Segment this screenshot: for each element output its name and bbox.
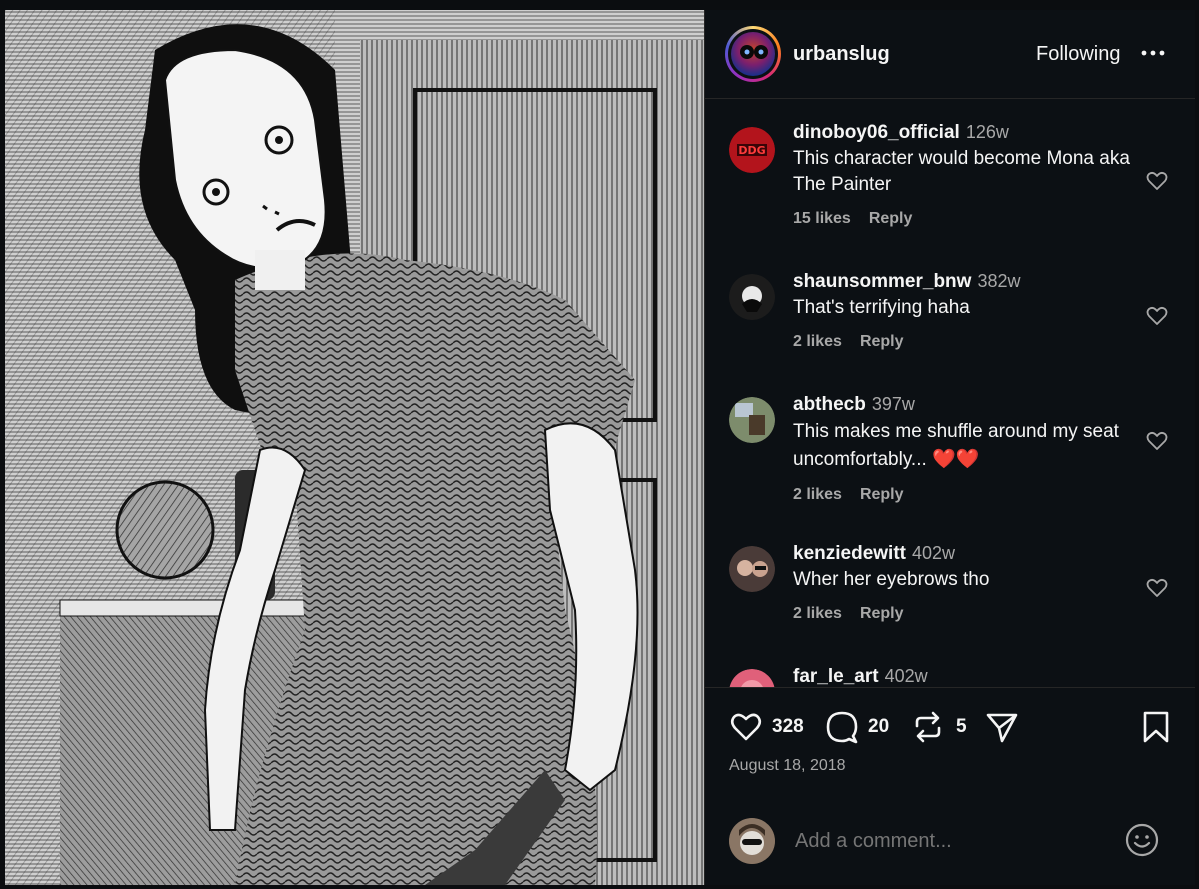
comment-timestamp[interactable]: 382w: [977, 271, 1020, 291]
commenter-username[interactable]: far_le_art: [793, 666, 879, 687]
comment-likes[interactable]: 2 likes: [793, 486, 842, 503]
author-avatar[interactable]: [725, 26, 781, 82]
post-sidebar: urbanslug Following DDG dinoboy06_offici…: [704, 10, 1195, 885]
comment-text: That's terrifying haha: [793, 297, 970, 318]
like-count[interactable]: 328: [772, 716, 804, 738]
post-header: urbanslug Following: [705, 10, 1195, 99]
comment-timestamp[interactable]: 402w: [885, 666, 928, 686]
comment-timestamp[interactable]: 397w: [872, 394, 915, 414]
ink-drawing: [5, 10, 704, 885]
commenter-avatar[interactable]: [729, 669, 775, 687]
comment-count[interactable]: 20: [868, 716, 889, 738]
following-button[interactable]: Following: [1036, 43, 1120, 66]
post-date[interactable]: August 18, 2018: [729, 757, 846, 775]
post-actions: 328 20 5 August 18, 2018: [705, 687, 1195, 806]
reply-button[interactable]: Reply: [860, 605, 904, 622]
comment-text: Wher her eyebrows tho: [793, 569, 990, 590]
comment-timestamp[interactable]: 402w: [912, 543, 955, 563]
comment-text: This character would become Mona aka The…: [793, 148, 1130, 195]
comment-composer: [705, 805, 1195, 885]
commenter-username[interactable]: dinoboy06_official: [793, 122, 960, 143]
current-user-avatar: [729, 818, 775, 864]
share-icon[interactable]: [985, 710, 1019, 744]
commenter-username[interactable]: shaunsommer_bnw: [793, 271, 971, 292]
commenter-avatar[interactable]: DDG: [729, 127, 775, 173]
reply-button[interactable]: Reply: [860, 333, 904, 350]
post-modal: urbanslug Following DDG dinoboy06_offici…: [5, 10, 1195, 885]
comment-likes[interactable]: 15 likes: [793, 210, 851, 227]
comment-icon[interactable]: [825, 710, 859, 744]
comment-timestamp[interactable]: 126w: [966, 122, 1009, 142]
repost-icon[interactable]: [911, 710, 945, 744]
comment-text: This makes me shuffle around my seat unc…: [793, 421, 1119, 470]
emoji-icon[interactable]: [1124, 822, 1160, 858]
reply-button[interactable]: Reply: [860, 486, 904, 503]
post-image[interactable]: [5, 10, 704, 885]
repost-count[interactable]: 5: [956, 716, 967, 738]
author-username[interactable]: urbanslug: [793, 43, 890, 66]
heart-emoji: ❤️❤️: [932, 449, 980, 470]
bookmark-icon[interactable]: [1141, 710, 1171, 744]
comment-likes[interactable]: 2 likes: [793, 605, 842, 622]
reply-button[interactable]: Reply: [869, 210, 913, 227]
comment-input[interactable]: [793, 829, 1097, 854]
heart-icon[interactable]: [1145, 304, 1169, 328]
heart-icon[interactable]: [1145, 169, 1169, 193]
heart-icon[interactable]: [1145, 429, 1169, 453]
commenter-username[interactable]: kenziedewitt: [793, 543, 906, 564]
commenter-avatar[interactable]: [729, 546, 775, 592]
author-avatar-image: [731, 32, 775, 76]
more-options-icon[interactable]: [1140, 40, 1166, 66]
comment-likes[interactable]: 2 likes: [793, 333, 842, 350]
commenter-avatar[interactable]: [729, 274, 775, 320]
commenter-avatar[interactable]: [729, 397, 775, 443]
comment-list[interactable]: DDG dinoboy06_official 126w This characte…: [705, 99, 1195, 687]
heart-icon[interactable]: [1145, 576, 1169, 600]
svg-text:DDG: DDG: [738, 144, 765, 157]
like-icon[interactable]: [729, 710, 763, 744]
commenter-username[interactable]: abthecb: [793, 394, 866, 415]
